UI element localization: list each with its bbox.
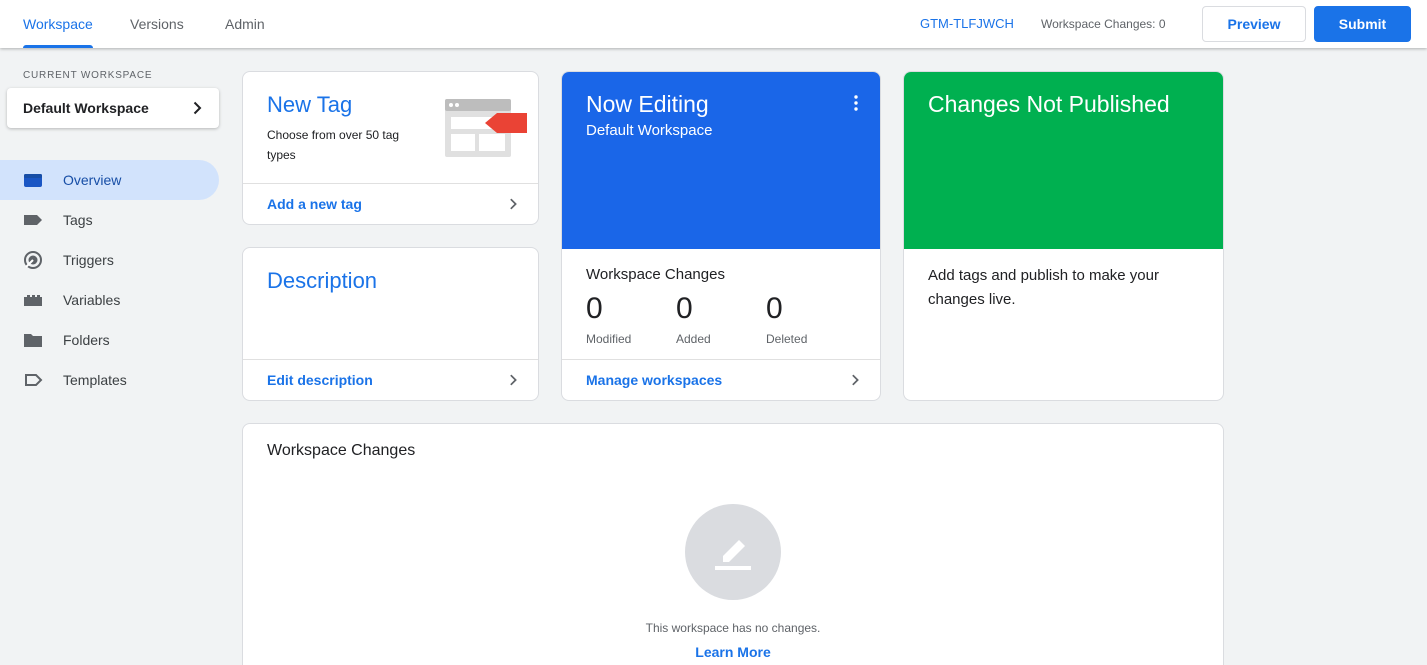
sidebar-item-label: Tags: [63, 212, 93, 228]
current-workspace-selector[interactable]: Default Workspace: [7, 88, 219, 128]
chevron-right-icon: [506, 197, 520, 214]
now-editing-workspace: Default Workspace: [586, 122, 713, 139]
sidebar-item-label: Templates: [63, 372, 127, 388]
submit-button[interactable]: Submit: [1314, 6, 1411, 42]
stat-value: 0: [676, 292, 693, 325]
preview-button[interactable]: Preview: [1202, 6, 1306, 42]
sidebar-item-label: Variables: [63, 292, 121, 308]
add-new-tag-link[interactable]: Add a new tag: [243, 183, 538, 224]
now-editing-title: Now Editing: [586, 91, 709, 117]
sidebar-item-triggers[interactable]: Triggers: [0, 240, 219, 280]
stat-value: 0: [586, 292, 603, 325]
variable-icon: [23, 290, 43, 310]
now-editing-card: Now Editing Default Workspace Workspace …: [561, 71, 881, 401]
tab-versions[interactable]: Versions: [130, 0, 184, 48]
workspace-changes-panel-title: Workspace Changes: [267, 442, 416, 459]
description-card: Description Edit description: [242, 247, 539, 401]
stat-label: Deleted: [766, 332, 808, 346]
add-new-tag-label: Add a new tag: [267, 196, 362, 212]
tab-admin[interactable]: Admin: [225, 0, 265, 48]
sidebar-item-tags[interactable]: Tags: [0, 200, 219, 240]
not-published-banner: Changes Not Published: [904, 72, 1223, 249]
new-tag-card[interactable]: New Tag Choose from over 50 tag types Ad…: [242, 71, 539, 225]
current-workspace-name: Default Workspace: [23, 100, 149, 116]
workspace-changes-panel: Workspace Changes This workspace has no …: [242, 423, 1224, 665]
edit-description-link[interactable]: Edit description: [243, 359, 538, 400]
overview-icon: [23, 170, 43, 190]
chevron-right-icon: [848, 373, 862, 390]
edit-description-label: Edit description: [267, 372, 373, 388]
chevron-right-icon: [189, 100, 205, 119]
empty-state-text: This workspace has no changes.: [645, 621, 821, 635]
sidebar-item-templates[interactable]: Templates: [0, 360, 219, 400]
template-icon: [23, 370, 43, 390]
workspace-changes-title: Workspace Changes: [586, 266, 725, 283]
description-title: Description: [267, 268, 378, 293]
sidebar-item-folders[interactable]: Folders: [0, 320, 219, 360]
tag-illustration-icon: [445, 99, 527, 164]
manage-workspaces-link[interactable]: Manage workspaces: [562, 359, 880, 400]
more-vert-icon[interactable]: [854, 95, 858, 116]
tag-icon: [23, 210, 43, 230]
changes-not-published-card: Changes Not Published Add tags and publi…: [903, 71, 1224, 401]
trigger-icon: [23, 250, 43, 270]
stat-deleted: 0 Deleted: [766, 292, 807, 346]
container-id-link[interactable]: GTM-TLFJWCH: [920, 0, 1014, 48]
manage-workspaces-label: Manage workspaces: [586, 372, 723, 388]
now-editing-banner: Now Editing Default Workspace: [562, 72, 880, 249]
new-tag-subtitle: Choose from over 50 tag types: [267, 128, 400, 162]
stat-added: 0 Added: [676, 292, 711, 346]
chevron-right-icon: [506, 373, 520, 390]
not-published-body: Add tags and publish to make your change…: [928, 267, 1159, 308]
sidebar-nav: Overview Tags Triggers Variables Folders…: [0, 160, 219, 400]
stat-modified: 0 Modified: [586, 292, 631, 346]
sidebar-item-label: Folders: [63, 332, 110, 348]
tab-workspace[interactable]: Workspace: [23, 0, 93, 48]
sidebar-item-label: Triggers: [63, 252, 114, 268]
edit-pencil-icon: [685, 504, 781, 600]
learn-more-link[interactable]: Learn More: [243, 644, 1223, 660]
top-app-bar: Workspace Versions Admin GTM-TLFJWCH Wor…: [0, 0, 1427, 48]
sidebar-item-variables[interactable]: Variables: [0, 280, 219, 320]
stat-label: Modified: [586, 332, 632, 346]
not-published-title: Changes Not Published: [928, 91, 1170, 117]
current-workspace-label: CURRENT WORKSPACE: [23, 70, 153, 81]
sidebar-item-overview[interactable]: Overview: [0, 160, 219, 200]
new-tag-title: New Tag: [267, 92, 353, 117]
folder-icon: [23, 330, 43, 350]
workspace-changes-count: Workspace Changes: 0: [1041, 17, 1166, 31]
stat-value: 0: [766, 292, 783, 325]
stat-label: Added: [676, 332, 711, 346]
sidebar-item-label: Overview: [63, 172, 122, 188]
